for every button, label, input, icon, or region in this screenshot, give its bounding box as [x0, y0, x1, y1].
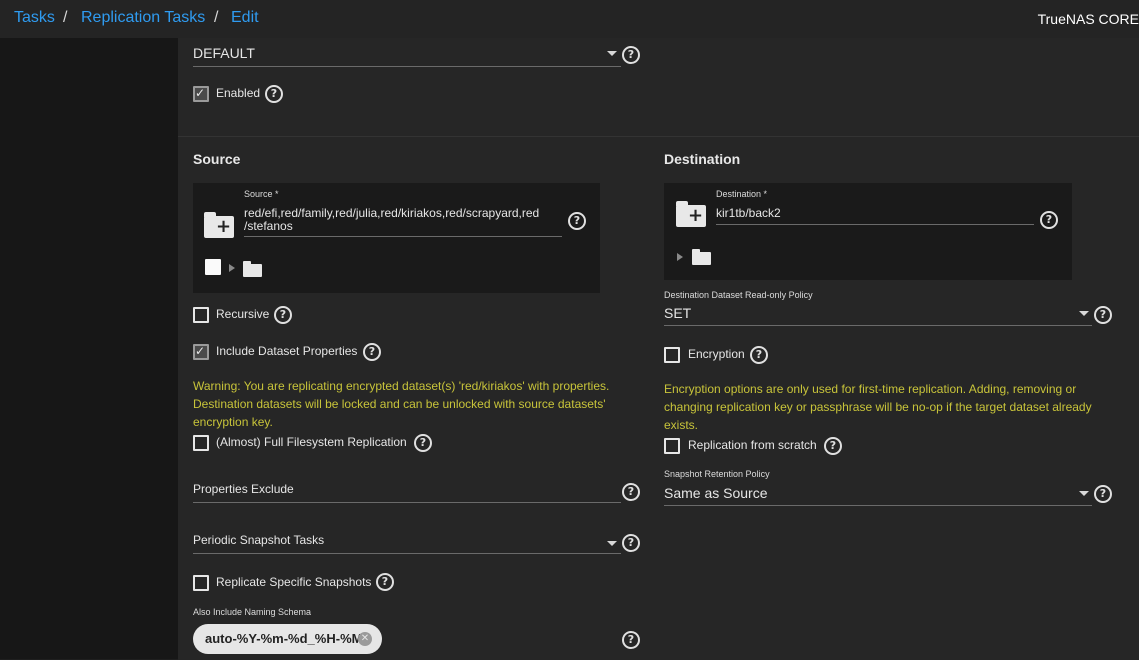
readonly-policy-underline [664, 325, 1092, 326]
retention-policy-select[interactable]: Same as Source [664, 485, 768, 501]
recursive-checkbox[interactable] [193, 307, 209, 323]
folder-plus-icon[interactable]: + [676, 201, 706, 227]
dropdown-caret-icon[interactable] [607, 541, 617, 546]
source-field-underline [244, 236, 562, 237]
full-filesystem-replication-label: (Almost) Full Filesystem Replication [216, 435, 407, 449]
brand-name: TrueNAS CORE [1037, 11, 1139, 27]
source-tree-checkbox[interactable] [205, 259, 221, 275]
help-circle-icon[interactable]: ? [750, 346, 768, 364]
replication-from-scratch-label: Replication from scratch [688, 438, 817, 452]
help-circle-icon[interactable]: ? [274, 306, 292, 324]
sidebar [0, 38, 178, 659]
naming-schema-label: Also Include Naming Schema [193, 607, 312, 617]
breadcrumb-edit: Edit [231, 9, 259, 26]
encryption-note: Encryption options are only used for fir… [664, 380, 1092, 434]
note-line: exists. [664, 418, 699, 432]
warning-line: Destination datasets will be locked and … [193, 397, 606, 411]
replicate-specific-snapshots-label: Replicate Specific Snapshots [216, 575, 372, 589]
enabled-checkbox[interactable] [193, 86, 209, 102]
periodic-snapshot-tasks-underline [193, 553, 621, 554]
include-dataset-properties-checkbox[interactable] [193, 344, 209, 360]
destination-section-title: Destination [664, 151, 741, 167]
warning-line: encryption key. [193, 415, 273, 429]
destination-input[interactable]: kir1tb/back2 [716, 206, 781, 220]
properties-exclude-input[interactable]: Properties Exclude [193, 482, 294, 496]
folder-plus-icon[interactable]: + [204, 212, 234, 238]
help-circle-icon[interactable]: ? [1094, 306, 1112, 324]
retention-policy-underline [664, 505, 1092, 506]
breadcrumb-tasks[interactable]: Tasks [14, 9, 55, 27]
help-circle-icon[interactable]: ? [265, 85, 283, 103]
retention-policy-label: Snapshot Retention Policy [664, 469, 770, 479]
replicate-specific-snapshots-checkbox[interactable] [193, 575, 209, 591]
replication-from-scratch-checkbox[interactable] [664, 438, 680, 454]
close-circle-icon[interactable]: ✕ [358, 632, 372, 646]
help-circle-icon[interactable]: ? [376, 573, 394, 591]
include-dataset-properties-label: Include Dataset Properties [216, 344, 358, 358]
breadcrumb-separator: / [63, 9, 68, 26]
source-value-line2[interactable]: /stefanos [244, 219, 293, 233]
source-value-line1[interactable]: red/efi,red/family,red/julia,red/kiriako… [244, 206, 539, 220]
help-circle-icon[interactable]: ? [622, 534, 640, 552]
readonly-policy-label: Destination Dataset Read-only Policy [664, 290, 813, 300]
destination-field-label: Destination * [716, 189, 768, 199]
dropdown-caret-icon[interactable] [607, 51, 617, 56]
help-circle-icon[interactable]: ? [363, 343, 381, 361]
note-line: Encryption options are only used for fir… [664, 382, 1077, 396]
naming-schema-chip-text: auto-%Y-%m-%d_%H-%M [205, 631, 363, 646]
readonly-policy-select[interactable]: SET [664, 305, 691, 321]
note-line: changing replication key or passphrase w… [664, 400, 1092, 414]
warning-line: Warning: You are replicating encrypted d… [193, 379, 610, 393]
expand-triangle-icon[interactable] [677, 253, 683, 261]
source-section-title: Source [193, 151, 241, 167]
full-filesystem-replication-checkbox[interactable] [193, 435, 209, 451]
help-circle-icon[interactable]: ? [622, 46, 640, 64]
properties-exclude-underline [193, 502, 621, 503]
encryption-warning: Warning: You are replicating encrypted d… [193, 377, 609, 431]
dropdown-caret-icon[interactable] [1079, 311, 1089, 316]
dropdown-caret-icon[interactable] [1079, 491, 1089, 496]
enabled-label: Enabled [216, 86, 261, 100]
help-circle-icon[interactable]: ? [1040, 211, 1058, 229]
periodic-snapshot-tasks-select[interactable]: Periodic Snapshot Tasks [193, 533, 324, 547]
destination-field-underline [716, 224, 1034, 225]
help-circle-icon[interactable]: ? [414, 434, 432, 452]
top-bar: Tasks / Replication Tasks / Edit TrueNAS… [0, 0, 1139, 38]
help-circle-icon[interactable]: ? [568, 212, 586, 230]
help-circle-icon[interactable]: ? [824, 437, 842, 455]
encryption-checkbox[interactable] [664, 347, 680, 363]
breadcrumb-replication-tasks[interactable]: Replication Tasks [81, 9, 205, 27]
help-circle-icon[interactable]: ? [622, 631, 640, 649]
help-circle-icon[interactable]: ? [622, 483, 640, 501]
folder-icon [692, 249, 711, 265]
transport-select-underline [193, 66, 621, 67]
expand-triangle-icon[interactable] [229, 264, 235, 272]
transport-select-value[interactable]: DEFAULT [193, 45, 255, 61]
source-field-label: Source * [244, 189, 279, 199]
folder-icon [243, 261, 262, 277]
encryption-label: Encryption [688, 347, 745, 361]
breadcrumb-separator: / [214, 9, 219, 26]
naming-schema-chip[interactable]: auto-%Y-%m-%d_%H-%M ✕ [193, 624, 382, 654]
help-circle-icon[interactable]: ? [1094, 485, 1112, 503]
recursive-label: Recursive [216, 307, 270, 321]
